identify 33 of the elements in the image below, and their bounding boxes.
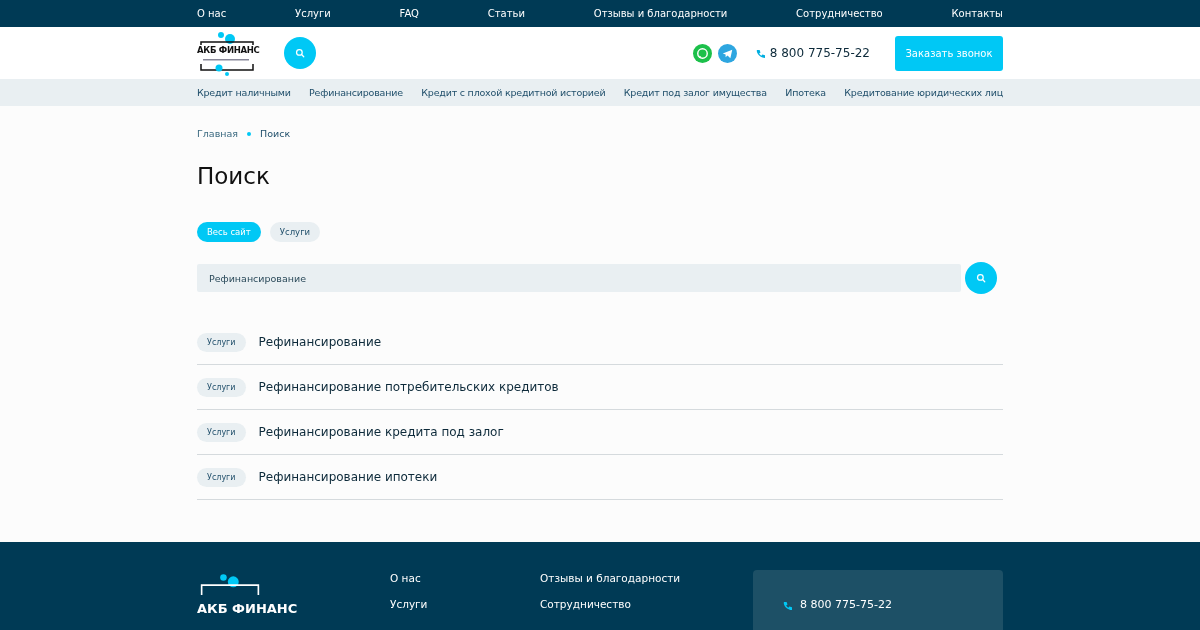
- nav-link[interactable]: Услуги: [295, 8, 331, 19]
- category-tag: Услуги: [197, 332, 246, 352]
- category-tag: Услуги: [197, 467, 246, 487]
- category-tag: Услуги: [197, 377, 246, 397]
- footer-link[interactable]: Отзывы и благодарности: [540, 572, 690, 584]
- nav-link[interactable]: FAQ: [399, 8, 419, 19]
- breadcrumb-current: Поиск: [260, 128, 291, 139]
- phone-link[interactable]: 8 800 775-75-22: [800, 598, 892, 611]
- category-link[interactable]: Ипотека: [785, 87, 826, 98]
- footer-link[interactable]: Услуги: [390, 598, 540, 610]
- nav-link[interactable]: О нас: [197, 8, 227, 19]
- breadcrumb-link[interactable]: Главная: [197, 128, 239, 139]
- result-link[interactable]: Рефинансирование кредита под залог: [258, 425, 504, 439]
- footer-link[interactable]: Сотрудничество: [540, 598, 690, 610]
- page-title: Поиск: [197, 162, 271, 191]
- nav-link[interactable]: Контакты: [951, 8, 1003, 19]
- logo-text: АКБ ФИНАНС: [197, 45, 260, 55]
- category-link[interactable]: Кредитование юридических лиц: [844, 87, 1003, 98]
- category-link[interactable]: Кредит наличными: [197, 87, 291, 98]
- result-link[interactable]: Рефинансирование потребительских кредитов: [258, 380, 559, 394]
- category-tag: Услуги: [197, 422, 246, 442]
- category-link[interactable]: Рефинансирование: [309, 87, 403, 98]
- result-link[interactable]: Рефинансирование: [258, 335, 382, 349]
- search-field[interactable]: Рефинансирование: [197, 264, 961, 292]
- nav-link[interactable]: Статьи: [487, 8, 525, 19]
- footer-link[interactable]: О нас: [390, 572, 540, 584]
- result-link[interactable]: Рефинансирование ипотеки: [258, 470, 438, 484]
- nav-link[interactable]: Сотрудничество: [796, 8, 883, 19]
- filter-tab[interactable]: Услуги: [269, 222, 321, 242]
- phone-link[interactable]: 8 800 775-75-22: [769, 46, 870, 60]
- nav-link[interactable]: Отзывы и благодарности: [593, 8, 728, 19]
- category-link[interactable]: Кредит с плохой кредитной историей: [421, 87, 606, 98]
- category-link[interactable]: Кредит под залог имущества: [623, 87, 767, 98]
